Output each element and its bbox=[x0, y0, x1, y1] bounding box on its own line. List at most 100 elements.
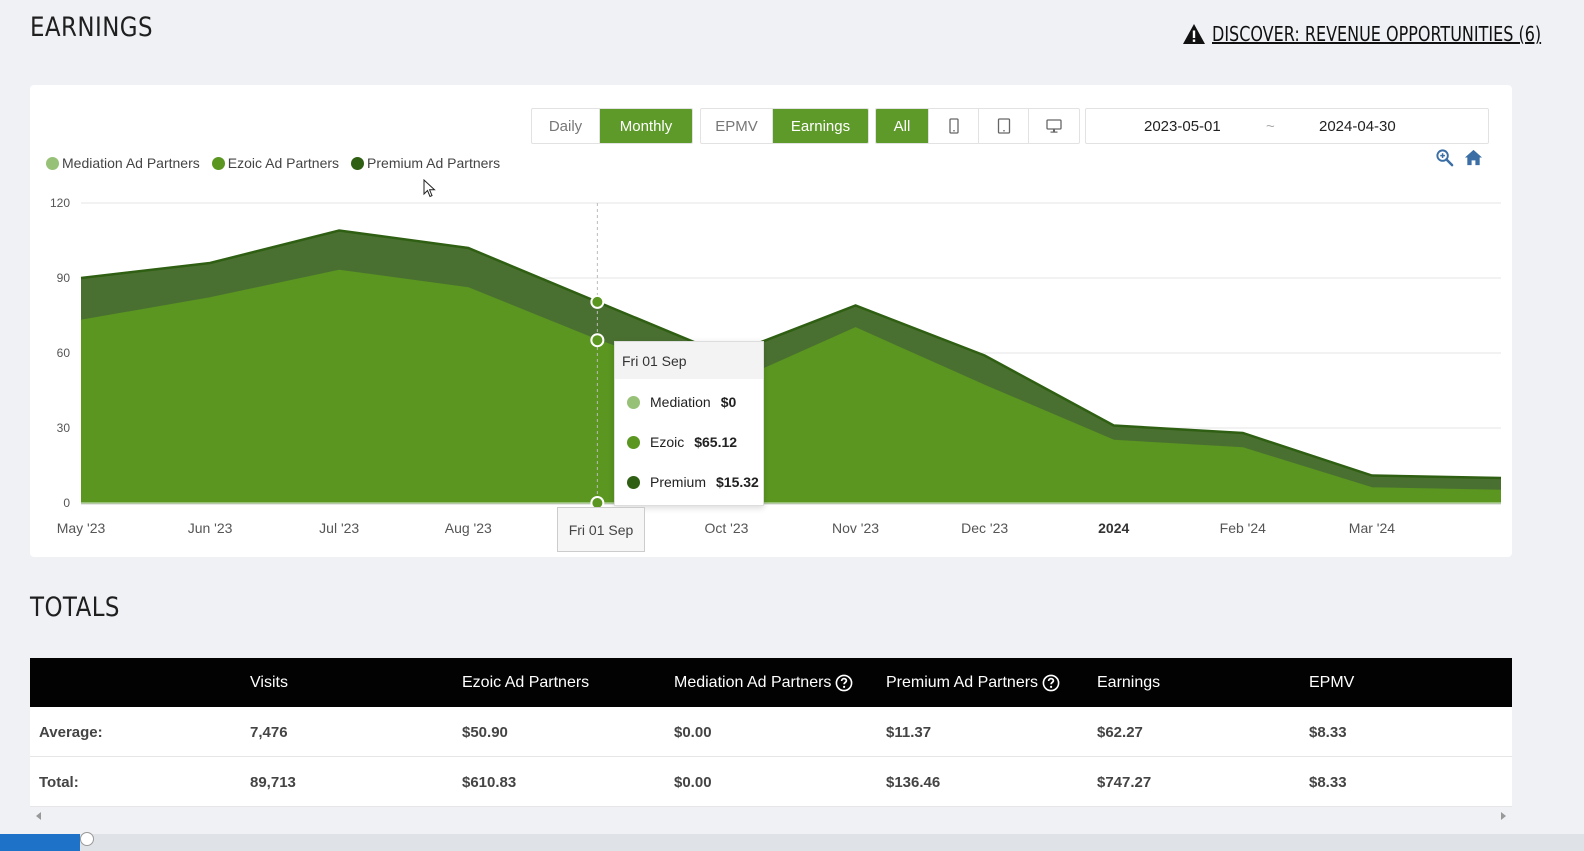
x-tick-label: Nov '23 bbox=[832, 520, 879, 536]
desktop-button[interactable] bbox=[1029, 109, 1079, 143]
zoom-icon[interactable] bbox=[1435, 148, 1454, 167]
help-icon[interactable] bbox=[835, 674, 853, 692]
discover-revenue-link[interactable]: DISCOVER: REVENUE OPPORTUNITIES (6) bbox=[1182, 22, 1541, 46]
table-cell: 7,476 bbox=[250, 724, 288, 741]
legend-ezoic[interactable]: Ezoic Ad Partners bbox=[211, 155, 339, 171]
totals-table: Visits Ezoic Ad Partners Mediation Ad Pa… bbox=[30, 658, 1512, 807]
tooltip-value-mediation: $0 bbox=[720, 394, 737, 410]
x-tick-label: Mar '24 bbox=[1349, 520, 1395, 536]
tablet-icon bbox=[997, 118, 1010, 134]
home-icon[interactable] bbox=[1464, 148, 1483, 167]
all-devices-button[interactable]: All bbox=[876, 109, 929, 143]
ezoic-area bbox=[81, 270, 1501, 503]
tooltip-label-premium: Premium bbox=[650, 474, 707, 490]
col-header-earnings-label: Earnings bbox=[1097, 674, 1161, 691]
table-cell: $62.27 bbox=[1097, 724, 1143, 741]
col-header-ezoic: Ezoic Ad Partners bbox=[462, 674, 589, 692]
legend-dot-premium bbox=[351, 156, 365, 170]
mobile-button[interactable] bbox=[929, 109, 979, 143]
col-header-mediation-label: Mediation Ad Partners bbox=[674, 674, 832, 691]
col-header-visits: Visits bbox=[250, 674, 288, 692]
x-tick-label: Dec '23 bbox=[961, 520, 1008, 536]
table-cell: 89,713 bbox=[250, 774, 296, 791]
mouse-cursor-icon bbox=[423, 179, 436, 198]
help-icon[interactable] bbox=[1042, 674, 1060, 692]
col-header-mediation: Mediation Ad Partners bbox=[674, 674, 853, 692]
chart-legend: Mediation Ad Partners Ezoic Ad Partners … bbox=[46, 155, 500, 171]
x-tick-label: 2024 bbox=[1098, 520, 1129, 536]
epmv-button[interactable]: EPMV bbox=[701, 109, 773, 143]
hover-point bbox=[590, 294, 605, 309]
legend-label-premium: Premium Ad Partners bbox=[367, 155, 501, 171]
discover-link-label[interactable]: DISCOVER: REVENUE OPPORTUNITIES (6) bbox=[1212, 22, 1541, 46]
end-date[interactable]: 2024-04-30 bbox=[1319, 118, 1396, 135]
table-cell: $0.00 bbox=[674, 724, 712, 741]
col-header-visits-label: Visits bbox=[250, 674, 288, 691]
y-tick-label: 60 bbox=[57, 346, 71, 360]
mobile-icon bbox=[948, 118, 959, 134]
y-tick-label: 0 bbox=[63, 496, 70, 510]
col-header-epmv: EPMV bbox=[1309, 674, 1354, 692]
bottom-progress-bar[interactable] bbox=[0, 832, 1584, 851]
col-header-epmv-label: EPMV bbox=[1309, 674, 1355, 691]
date-range-picker[interactable]: 2023-05-01 ~ 2024-04-30 bbox=[1085, 108, 1489, 144]
table-cell: $8.33 bbox=[1309, 774, 1347, 791]
scroll-right-arrow-icon[interactable] bbox=[1501, 812, 1506, 820]
warning-icon bbox=[1183, 24, 1205, 44]
scroll-left-arrow-icon[interactable] bbox=[36, 812, 41, 820]
tooltip-row-premium: Premium $15.32 bbox=[627, 474, 759, 490]
table-row-total: Total: 89,713 $610.83 $0.00 $136.46 $747… bbox=[30, 757, 1512, 807]
totals-table-header: Visits Ezoic Ad Partners Mediation Ad Pa… bbox=[30, 658, 1512, 707]
col-header-earnings: Earnings bbox=[1097, 674, 1160, 692]
period-toggle: Daily Monthly bbox=[531, 108, 693, 144]
x-axis-hover-label: Fri 01 Sep bbox=[557, 507, 645, 552]
x-tick-label: Jul '23 bbox=[319, 520, 359, 536]
y-tick-label: 30 bbox=[57, 421, 71, 435]
tooltip-dot-ezoic bbox=[627, 435, 640, 449]
table-cell: $8.33 bbox=[1309, 724, 1347, 741]
progress-knob[interactable] bbox=[80, 832, 95, 846]
device-toggle: All bbox=[875, 108, 1080, 144]
start-date[interactable]: 2023-05-01 bbox=[1144, 118, 1221, 135]
table-horizontal-scrollbar[interactable] bbox=[30, 808, 1512, 828]
tooltip-label-mediation: Mediation bbox=[650, 394, 711, 410]
table-cell: $11.37 bbox=[886, 724, 932, 741]
hover-point bbox=[590, 333, 605, 348]
table-cell: $610.83 bbox=[462, 774, 517, 791]
tooltip-title: Fri 01 Sep bbox=[615, 342, 763, 379]
x-tick-label: Jun '23 bbox=[188, 520, 233, 536]
legend-dot-ezoic bbox=[211, 156, 225, 170]
daily-button[interactable]: Daily bbox=[532, 109, 600, 143]
table-cell: Total: bbox=[39, 774, 79, 791]
tooltip-value-premium: $15.32 bbox=[716, 474, 759, 490]
earnings-button[interactable]: Earnings bbox=[773, 109, 868, 143]
x-tick-label: Aug '23 bbox=[445, 520, 492, 536]
chart-tools bbox=[1435, 148, 1483, 167]
legend-dot-mediation bbox=[46, 156, 59, 170]
monthly-button[interactable]: Monthly bbox=[600, 109, 692, 143]
tablet-button[interactable] bbox=[979, 109, 1029, 143]
legend-mediation[interactable]: Mediation Ad Partners bbox=[46, 155, 200, 171]
table-cell: $136.46 bbox=[886, 774, 941, 791]
col-header-premium-label: Premium Ad Partners bbox=[886, 674, 1039, 691]
table-row-average: Average: 7,476 $50.90 $0.00 $11.37 $62.2… bbox=[30, 707, 1512, 757]
desktop-icon bbox=[1046, 119, 1062, 133]
x-tick-label: Oct '23 bbox=[704, 520, 748, 536]
tooltip-value-ezoic: $65.12 bbox=[694, 434, 738, 450]
col-header-ezoic-label: Ezoic Ad Partners bbox=[462, 674, 590, 691]
tooltip-dot-premium bbox=[627, 475, 640, 489]
x-tick-label: Feb '24 bbox=[1220, 520, 1266, 536]
table-cell: $0.00 bbox=[674, 774, 712, 791]
legend-premium[interactable]: Premium Ad Partners bbox=[351, 155, 500, 171]
tooltip-label-ezoic: Ezoic bbox=[650, 434, 685, 450]
metric-toggle: EPMV Earnings bbox=[700, 108, 869, 144]
table-cell: $50.90 bbox=[462, 724, 508, 741]
chart-tooltip: Fri 01 Sep Mediation $0 Ezoic $65.12 Pre… bbox=[614, 341, 764, 506]
tooltip-row-ezoic: Ezoic $65.12 bbox=[627, 434, 737, 450]
earnings-chart-card: 0 30 60 90 120 May '23 Jun '23 Jul '23 Aug '23 Oc… bbox=[30, 85, 1512, 557]
progress-fill bbox=[0, 834, 81, 851]
date-separator: ~ bbox=[1266, 117, 1275, 135]
page-title: EARNINGS bbox=[30, 12, 154, 43]
tooltip-dot-mediation bbox=[627, 395, 640, 409]
legend-label-mediation: Mediation Ad Partners bbox=[62, 155, 200, 171]
